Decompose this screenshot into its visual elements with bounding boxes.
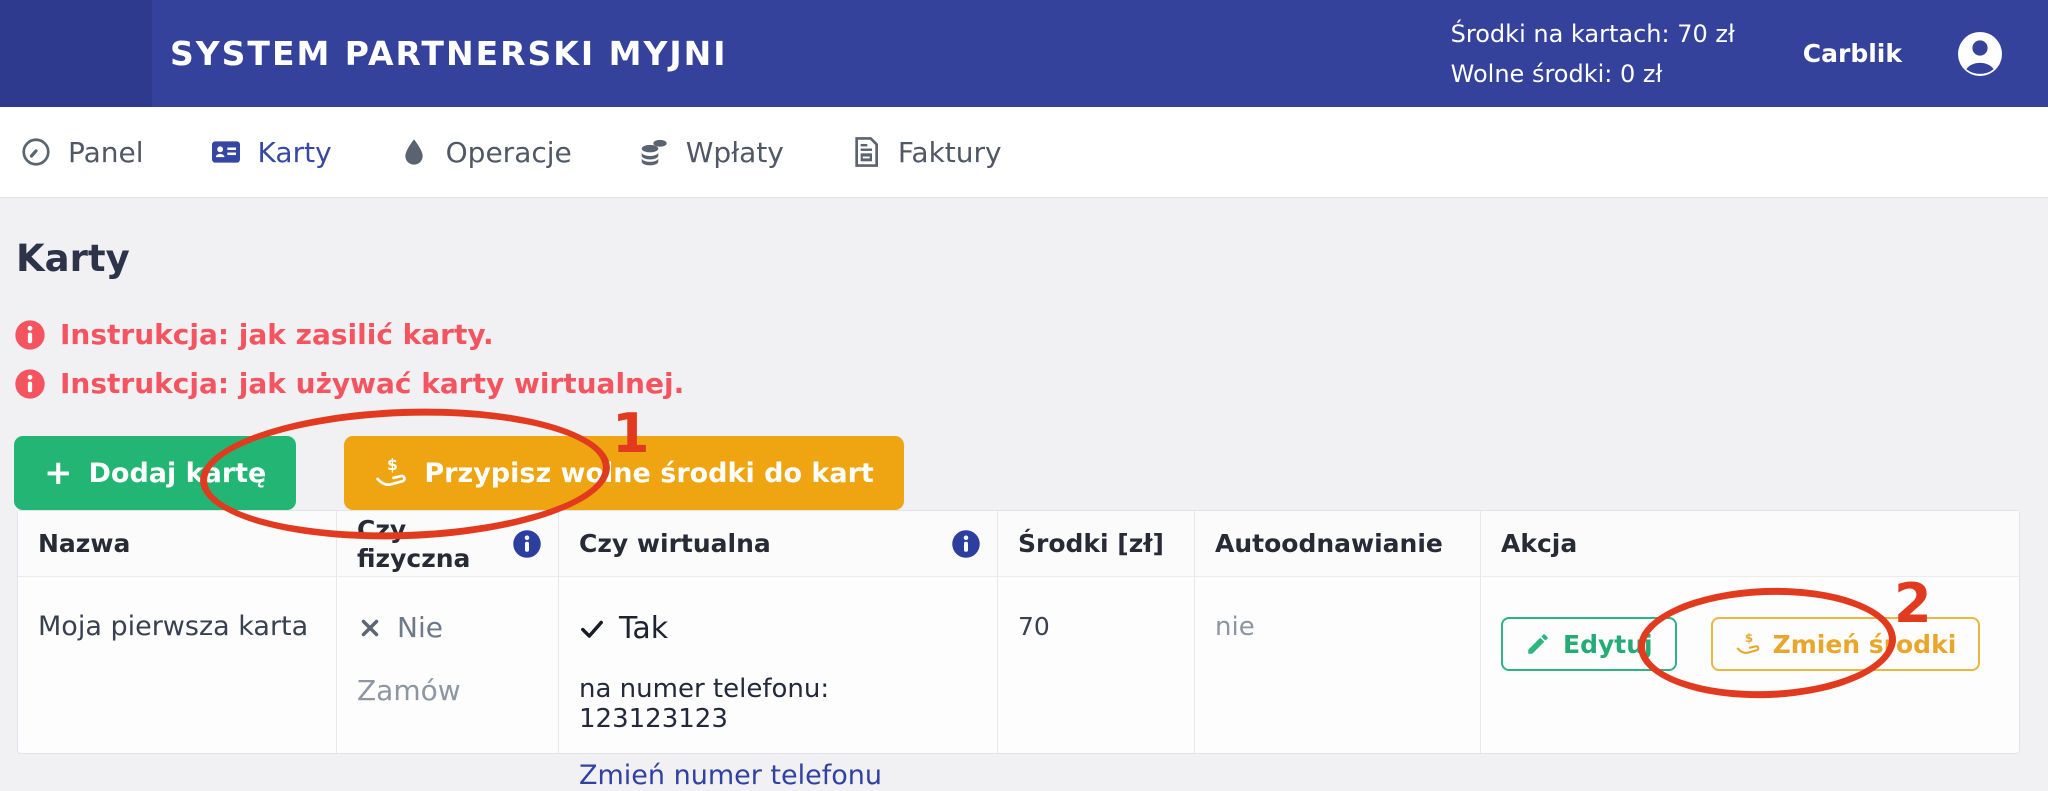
tab-operacje[interactable]: Operacje: [398, 136, 572, 169]
hand-holding-dollar-icon: $: [1735, 631, 1761, 657]
order-card-link[interactable]: Zamów: [357, 674, 461, 707]
instruction-link-topup[interactable]: Instrukcja: jak zasilić karty.: [14, 318, 684, 351]
tab-label: Panel: [68, 136, 144, 169]
instructions-list: Instrukcja: jak zasilić karty. Instrukcj…: [14, 318, 684, 400]
change-funds-label: Zmień środki: [1773, 630, 1957, 659]
assign-free-funds-button[interactable]: $ Przypisz wolne środki do kart: [344, 436, 903, 510]
cell-funds: 70: [998, 577, 1195, 753]
invoice-icon: [850, 136, 882, 168]
cell-actions: Edytuj $ Zmień środki: [1481, 577, 2019, 753]
free-funds: Wolne środki: 0 zł: [1451, 54, 1735, 94]
tab-label: Wpłaty: [686, 136, 784, 169]
tab-label: Operacje: [446, 136, 572, 169]
navbar-logo-area: [0, 0, 152, 107]
col-header-name: Nazwa: [18, 511, 337, 577]
svg-text:$: $: [387, 456, 398, 474]
tab-label: Karty: [258, 136, 332, 169]
header-label: Akcja: [1501, 529, 1577, 558]
virtual-phone-number: na numer telefonu: 123123123: [579, 674, 977, 734]
col-header-virtual: Czy wirtualna: [559, 511, 998, 577]
cell-autorenew: nie: [1195, 577, 1481, 753]
header-label: Autoodnawianie: [1215, 529, 1443, 558]
main-nav: Panel Karty Operacje: [0, 107, 2048, 198]
user-avatar-icon[interactable]: [1956, 30, 2004, 78]
svg-text:$: $: [1745, 631, 1753, 645]
col-header-autorenew: Autoodnawianie: [1195, 511, 1481, 577]
funds-value: 70: [1018, 612, 1050, 641]
cell-virtual: Tak na numer telefonu: 123123123 Zmień n…: [559, 577, 998, 753]
header-label: Nazwa: [38, 529, 130, 558]
autorenew-value: nie: [1215, 612, 1255, 642]
virtual-value: Tak: [619, 611, 668, 646]
add-card-label: Dodaj kartę: [89, 458, 267, 489]
header-label: Czy fizyczna: [357, 515, 496, 573]
edit-button[interactable]: Edytuj: [1501, 617, 1677, 671]
col-header-action: Akcja: [1481, 511, 2019, 577]
plus-icon: +: [44, 456, 73, 490]
physical-value: Nie: [397, 611, 443, 644]
tab-panel[interactable]: Panel: [20, 136, 144, 169]
page: SYSTEM PARTNERSKI MYJNI Środki na kartac…: [0, 0, 2048, 776]
cell-physical: Nie Zamów: [337, 577, 559, 753]
navbar-right: Środki na kartach: 70 zł Wolne środki: 0…: [1451, 0, 2004, 107]
change-funds-button[interactable]: $ Zmień środki: [1711, 617, 1981, 671]
cards-table: Nazwa Czy fizyczna Czy wirtualna Środki …: [17, 510, 2020, 754]
instruction-link-virtual-card[interactable]: Instrukcja: jak używać karty wirtualnej.: [14, 367, 684, 400]
droplet-icon: [398, 136, 430, 168]
hand-holding-dollar-icon: $: [374, 456, 408, 490]
actions-row: + Dodaj kartę $ Przypisz wolne środki do…: [14, 436, 904, 510]
gauge-icon: [20, 136, 52, 168]
funds-on-cards: Środki na kartach: 70 zł: [1451, 14, 1735, 54]
col-header-physical: Czy fizyczna: [337, 511, 559, 577]
check-icon: [579, 616, 605, 642]
header-label: Czy wirtualna: [579, 529, 771, 558]
x-mark-icon: [357, 615, 383, 641]
tab-label: Faktury: [898, 136, 1002, 169]
card-name: Moja pierwsza karta: [38, 611, 308, 642]
id-card-icon: [210, 136, 242, 168]
coins-icon: [638, 136, 670, 168]
pencil-icon: [1525, 631, 1551, 657]
edit-label: Edytuj: [1563, 630, 1653, 659]
cell-card-name: Moja pierwsza karta: [18, 577, 337, 753]
col-header-funds: Środki [zł]: [998, 511, 1195, 577]
tab-karty[interactable]: Karty: [210, 136, 332, 169]
tab-wplaty[interactable]: Wpłaty: [638, 136, 784, 169]
top-navbar: SYSTEM PARTNERSKI MYJNI Środki na kartac…: [0, 0, 2048, 107]
info-icon: [14, 319, 46, 351]
assign-free-funds-label: Przypisz wolne środki do kart: [424, 458, 873, 489]
info-icon: [14, 368, 46, 400]
app-title: SYSTEM PARTNERSKI MYJNI: [170, 0, 728, 107]
page-title: Karty: [16, 237, 130, 280]
tab-faktury[interactable]: Faktury: [850, 136, 1002, 169]
account-name[interactable]: Carblik: [1803, 39, 1902, 68]
add-card-button[interactable]: + Dodaj kartę: [14, 436, 296, 510]
header-label: Środki [zł]: [1018, 529, 1164, 558]
instruction-text: Instrukcja: jak używać karty wirtualnej.: [60, 367, 684, 400]
info-icon[interactable]: [951, 529, 981, 559]
instruction-text: Instrukcja: jak zasilić karty.: [60, 318, 494, 351]
info-icon[interactable]: [512, 529, 542, 559]
funds-summary: Środki na kartach: 70 zł Wolne środki: 0…: [1451, 14, 1735, 94]
